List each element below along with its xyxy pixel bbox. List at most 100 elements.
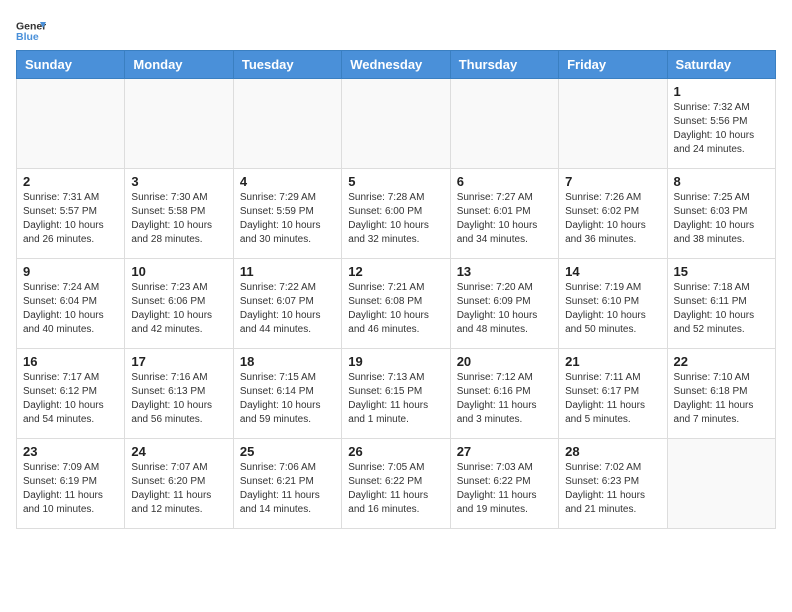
calendar-cell: 20 Sunrise: 7:12 AM Sunset: 6:16 PM Dayli… bbox=[450, 349, 558, 439]
day-info: Sunrise: 7:13 AM Sunset: 6:15 PM Dayligh… bbox=[348, 371, 443, 427]
calendar-cell: 12 Sunrise: 7:21 AM Sunset: 6:08 PM Dayli… bbox=[342, 259, 450, 349]
weekday-header-thursday: Thursday bbox=[450, 51, 558, 79]
day-number: 20 bbox=[457, 354, 552, 369]
day-number: 23 bbox=[23, 444, 118, 459]
day-number: 21 bbox=[565, 354, 660, 369]
calendar-cell: 21 Sunrise: 7:11 AM Sunset: 6:17 PM Dayli… bbox=[559, 349, 667, 439]
day-info: Sunrise: 7:30 AM Sunset: 5:58 PM Dayligh… bbox=[131, 191, 226, 247]
day-number: 2 bbox=[23, 174, 118, 189]
svg-text:Blue: Blue bbox=[16, 31, 39, 43]
day-number: 11 bbox=[240, 264, 335, 279]
day-info: Sunrise: 7:02 AM Sunset: 6:23 PM Dayligh… bbox=[565, 461, 660, 517]
calendar-cell: 22Sunrise: 7:10 AM Sunset: 6:18 PM Dayli… bbox=[667, 349, 775, 439]
day-number: 27 bbox=[457, 444, 552, 459]
day-number: 17 bbox=[131, 354, 226, 369]
calendar-cell: 5 Sunrise: 7:28 AM Sunset: 6:00 PM Daylig… bbox=[342, 169, 450, 259]
day-info: Sunrise: 7:03 AM Sunset: 6:22 PM Dayligh… bbox=[457, 461, 552, 517]
day-number: 7 bbox=[565, 174, 660, 189]
day-number: 13 bbox=[457, 264, 552, 279]
day-number: 19 bbox=[348, 354, 443, 369]
day-info: Sunrise: 7:28 AM Sunset: 6:00 PM Dayligh… bbox=[348, 191, 443, 247]
day-info: Sunrise: 7:16 AM Sunset: 6:13 PM Dayligh… bbox=[131, 371, 226, 427]
calendar-cell: 19 Sunrise: 7:13 AM Sunset: 6:15 PM Dayli… bbox=[342, 349, 450, 439]
day-number: 16 bbox=[23, 354, 118, 369]
calendar-cell: 24 Sunrise: 7:07 AM Sunset: 6:20 PM Dayli… bbox=[125, 439, 233, 529]
calendar-cell: 9 Sunrise: 7:24 AM Sunset: 6:04 PM Daylig… bbox=[17, 259, 125, 349]
day-number: 12 bbox=[348, 264, 443, 279]
day-number: 14 bbox=[565, 264, 660, 279]
page-header: General Blue bbox=[16, 16, 776, 46]
calendar-cell bbox=[17, 79, 125, 169]
calendar-cell: 26 Sunrise: 7:05 AM Sunset: 6:22 PM Dayli… bbox=[342, 439, 450, 529]
day-info: Sunrise: 7:12 AM Sunset: 6:16 PM Dayligh… bbox=[457, 371, 552, 427]
calendar-cell: 1 Sunrise: 7:32 AM Sunset: 5:56 PM Daylig… bbox=[667, 79, 775, 169]
day-number: 15 bbox=[674, 264, 769, 279]
day-info: Sunrise: 7:06 AM Sunset: 6:21 PM Dayligh… bbox=[240, 461, 335, 517]
weekday-header-friday: Friday bbox=[559, 51, 667, 79]
day-number: 6 bbox=[457, 174, 552, 189]
calendar-cell: 28Sunrise: 7:02 AM Sunset: 6:23 PM Dayli… bbox=[559, 439, 667, 529]
calendar-cell: 8 Sunrise: 7:25 AM Sunset: 6:03 PM Daylig… bbox=[667, 169, 775, 259]
calendar-cell: 23 Sunrise: 7:09 AM Sunset: 6:19 PM Dayli… bbox=[17, 439, 125, 529]
day-info: Sunrise: 7:11 AM Sunset: 6:17 PM Dayligh… bbox=[565, 371, 660, 427]
calendar-cell bbox=[342, 79, 450, 169]
weekday-header-wednesday: Wednesday bbox=[342, 51, 450, 79]
calendar-table: SundayMondayTuesdayWednesdayThursdayFrid… bbox=[16, 50, 776, 529]
day-number: 5 bbox=[348, 174, 443, 189]
week-row-3: 9 Sunrise: 7:24 AM Sunset: 6:04 PM Daylig… bbox=[17, 259, 776, 349]
day-info: Sunrise: 7:05 AM Sunset: 6:22 PM Dayligh… bbox=[348, 461, 443, 517]
day-number: 18 bbox=[240, 354, 335, 369]
day-info: Sunrise: 7:19 AM Sunset: 6:10 PM Dayligh… bbox=[565, 281, 660, 337]
day-info: Sunrise: 7:15 AM Sunset: 6:14 PM Dayligh… bbox=[240, 371, 335, 427]
day-info: Sunrise: 7:17 AM Sunset: 6:12 PM Dayligh… bbox=[23, 371, 118, 427]
calendar-cell bbox=[125, 79, 233, 169]
day-number: 3 bbox=[131, 174, 226, 189]
calendar-cell: 14 Sunrise: 7:19 AM Sunset: 6:10 PM Dayli… bbox=[559, 259, 667, 349]
day-number: 9 bbox=[23, 264, 118, 279]
week-row-2: 2 Sunrise: 7:31 AM Sunset: 5:57 PM Daylig… bbox=[17, 169, 776, 259]
day-info: Sunrise: 7:21 AM Sunset: 6:08 PM Dayligh… bbox=[348, 281, 443, 337]
calendar-cell: 6 Sunrise: 7:27 AM Sunset: 6:01 PM Daylig… bbox=[450, 169, 558, 259]
weekday-header-tuesday: Tuesday bbox=[233, 51, 341, 79]
day-number: 1 bbox=[674, 84, 769, 99]
day-info: Sunrise: 7:09 AM Sunset: 6:19 PM Dayligh… bbox=[23, 461, 118, 517]
calendar-cell: 3 Sunrise: 7:30 AM Sunset: 5:58 PM Daylig… bbox=[125, 169, 233, 259]
calendar-cell: 13 Sunrise: 7:20 AM Sunset: 6:09 PM Dayli… bbox=[450, 259, 558, 349]
calendar-cell bbox=[450, 79, 558, 169]
day-number: 8 bbox=[674, 174, 769, 189]
calendar-cell: 15Sunrise: 7:18 AM Sunset: 6:11 PM Dayli… bbox=[667, 259, 775, 349]
day-info: Sunrise: 7:29 AM Sunset: 5:59 PM Dayligh… bbox=[240, 191, 335, 247]
calendar-cell: 4 Sunrise: 7:29 AM Sunset: 5:59 PM Daylig… bbox=[233, 169, 341, 259]
day-info: Sunrise: 7:20 AM Sunset: 6:09 PM Dayligh… bbox=[457, 281, 552, 337]
day-number: 22 bbox=[674, 354, 769, 369]
day-info: Sunrise: 7:32 AM Sunset: 5:56 PM Dayligh… bbox=[674, 101, 769, 157]
week-row-5: 23 Sunrise: 7:09 AM Sunset: 6:19 PM Dayli… bbox=[17, 439, 776, 529]
calendar-cell: 7 Sunrise: 7:26 AM Sunset: 6:02 PM Daylig… bbox=[559, 169, 667, 259]
day-info: Sunrise: 7:24 AM Sunset: 6:04 PM Dayligh… bbox=[23, 281, 118, 337]
day-info: Sunrise: 7:27 AM Sunset: 6:01 PM Dayligh… bbox=[457, 191, 552, 247]
weekday-header-sunday: Sunday bbox=[17, 51, 125, 79]
logo: General Blue bbox=[16, 16, 52, 46]
calendar-cell bbox=[667, 439, 775, 529]
day-info: Sunrise: 7:25 AM Sunset: 6:03 PM Dayligh… bbox=[674, 191, 769, 247]
day-number: 10 bbox=[131, 264, 226, 279]
weekday-header-saturday: Saturday bbox=[667, 51, 775, 79]
calendar-cell: 17 Sunrise: 7:16 AM Sunset: 6:13 PM Dayli… bbox=[125, 349, 233, 439]
day-info: Sunrise: 7:26 AM Sunset: 6:02 PM Dayligh… bbox=[565, 191, 660, 247]
day-info: Sunrise: 7:07 AM Sunset: 6:20 PM Dayligh… bbox=[131, 461, 226, 517]
calendar-cell: 18 Sunrise: 7:15 AM Sunset: 6:14 PM Dayli… bbox=[233, 349, 341, 439]
week-row-1: 1 Sunrise: 7:32 AM Sunset: 5:56 PM Daylig… bbox=[17, 79, 776, 169]
calendar-cell: 16 Sunrise: 7:17 AM Sunset: 6:12 PM Dayli… bbox=[17, 349, 125, 439]
day-number: 4 bbox=[240, 174, 335, 189]
day-number: 25 bbox=[240, 444, 335, 459]
calendar-cell: 25 Sunrise: 7:06 AM Sunset: 6:21 PM Dayli… bbox=[233, 439, 341, 529]
calendar-cell bbox=[233, 79, 341, 169]
calendar-cell bbox=[559, 79, 667, 169]
day-info: Sunrise: 7:23 AM Sunset: 6:06 PM Dayligh… bbox=[131, 281, 226, 337]
day-number: 24 bbox=[131, 444, 226, 459]
calendar-cell: 2 Sunrise: 7:31 AM Sunset: 5:57 PM Daylig… bbox=[17, 169, 125, 259]
day-number: 26 bbox=[348, 444, 443, 459]
day-info: Sunrise: 7:31 AM Sunset: 5:57 PM Dayligh… bbox=[23, 191, 118, 247]
calendar-cell: 10 Sunrise: 7:23 AM Sunset: 6:06 PM Dayli… bbox=[125, 259, 233, 349]
weekday-header-monday: Monday bbox=[125, 51, 233, 79]
